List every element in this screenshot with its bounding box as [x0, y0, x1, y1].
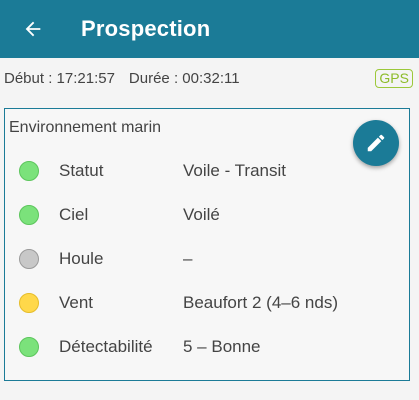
row-value: Voile - Transit — [183, 161, 286, 180]
duration: Durée : 00:32:11 — [128, 69, 240, 87]
status-dot — [19, 205, 39, 225]
page-title: Prospection — [81, 16, 211, 41]
env-row-houle: Houle – — [5, 244, 405, 274]
card-title: Environnement marin — [9, 119, 162, 136]
row-value: Beaufort 2 (4–6 nds) — [183, 293, 338, 312]
back-button[interactable] — [19, 15, 47, 43]
env-row-ciel: Ciel Voilé — [5, 200, 405, 230]
env-row-detectabilite: Détectabilité 5 – Bonne — [5, 332, 405, 362]
status-dot — [19, 337, 39, 357]
status-dot — [19, 161, 39, 181]
row-label: Statut — [59, 161, 104, 180]
row-value: Voilé — [183, 205, 220, 224]
row-value: – — [183, 249, 193, 268]
env-row-vent: Vent Beaufort 2 (4–6 nds) — [5, 288, 405, 318]
status-dot — [19, 249, 39, 269]
row-label: Houle — [59, 249, 104, 268]
status-dot — [19, 293, 39, 313]
pencil-icon — [367, 134, 385, 152]
row-label: Ciel — [59, 205, 89, 224]
session-info-bar: Début : 17:21:57 Durée : 00:32:11 GPS — [0, 62, 419, 94]
row-value: 5 – Bonne — [183, 337, 261, 356]
environment-card: Environnement marin Statut Voile - Trans… — [4, 108, 410, 381]
env-row-statut: Statut Voile - Transit — [5, 156, 405, 186]
gps-badge: GPS — [375, 69, 413, 88]
start-time: Début : 17:21:57 — [4, 69, 115, 87]
row-label: Détectabilité — [59, 337, 153, 356]
row-label: Vent — [59, 293, 94, 312]
arrow-left-icon — [25, 21, 41, 37]
app-bar: Prospection — [0, 0, 419, 58]
